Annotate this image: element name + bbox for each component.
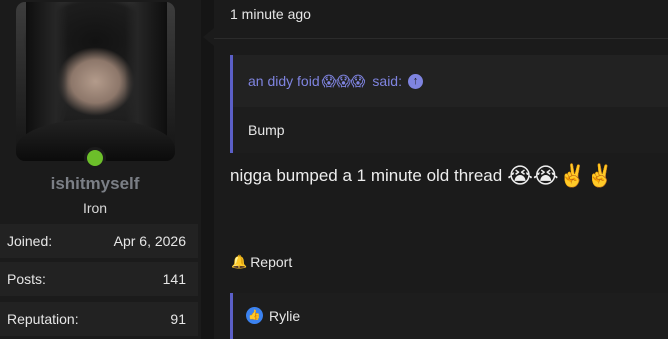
reactions-names[interactable]: Rylie <box>269 308 300 324</box>
quote-block: an didy foid 😱😱😱 said: ↑ Bump <box>230 55 668 153</box>
jump-to-quote-icon[interactable]: ↑ <box>407 73 423 89</box>
stat-value: Apr 6, 2026 <box>113 233 186 249</box>
quote-said-label: said: <box>372 73 402 89</box>
stat-label: Reputation: <box>7 311 79 327</box>
stat-value: 91 <box>170 311 186 327</box>
report-link[interactable]: 🔔 Report <box>231 254 292 270</box>
reactions-bar: 👍 Rylie <box>230 293 668 339</box>
user-rank: Iron <box>82 200 108 216</box>
thumbs-up-icon: 👍 <box>246 307 263 324</box>
user-info-panel: ishitmyself Iron Joined: Apr 6, 2026 Pos… <box>0 0 201 339</box>
quote-header: an didy foid 😱😱😱 said: ↑ <box>230 55 668 107</box>
stat-row-joined: Joined: Apr 6, 2026 <box>0 224 198 258</box>
stat-label: Joined: <box>7 233 53 249</box>
post-message-text: nigga bumped a 1 minute old thread <box>230 166 503 185</box>
quote-author-emojis: 😱😱😱 <box>321 72 366 89</box>
quote-text: Bump <box>248 122 285 138</box>
stat-label: Posts: <box>7 271 46 287</box>
report-label: Report <box>250 254 293 270</box>
quote-author-link[interactable]: an didy foid <box>248 73 320 89</box>
reactions-accent-bar <box>230 293 233 339</box>
stat-value: 141 <box>162 271 186 287</box>
post-header-divider <box>214 38 668 39</box>
bell-icon: 🔔 <box>231 254 248 269</box>
post-pointer-arrow <box>203 28 214 46</box>
avatar[interactable] <box>16 2 175 161</box>
post-message: nigga bumped a 1 minute old thread 😭😭✌️✌… <box>230 163 613 189</box>
stat-row-reputation: Reputation: 91 <box>0 302 198 336</box>
post-timestamp[interactable]: 1 minute ago <box>230 6 311 22</box>
stat-row-posts: Posts: 141 <box>0 262 198 296</box>
post-message-emojis: 😭😭✌️✌️ <box>507 163 614 188</box>
online-status-icon <box>84 147 106 169</box>
quote-accent-bar <box>230 55 233 153</box>
username-link[interactable]: ishitmyself <box>0 174 190 194</box>
reactions-summary[interactable]: 👍 Rylie <box>246 307 300 324</box>
